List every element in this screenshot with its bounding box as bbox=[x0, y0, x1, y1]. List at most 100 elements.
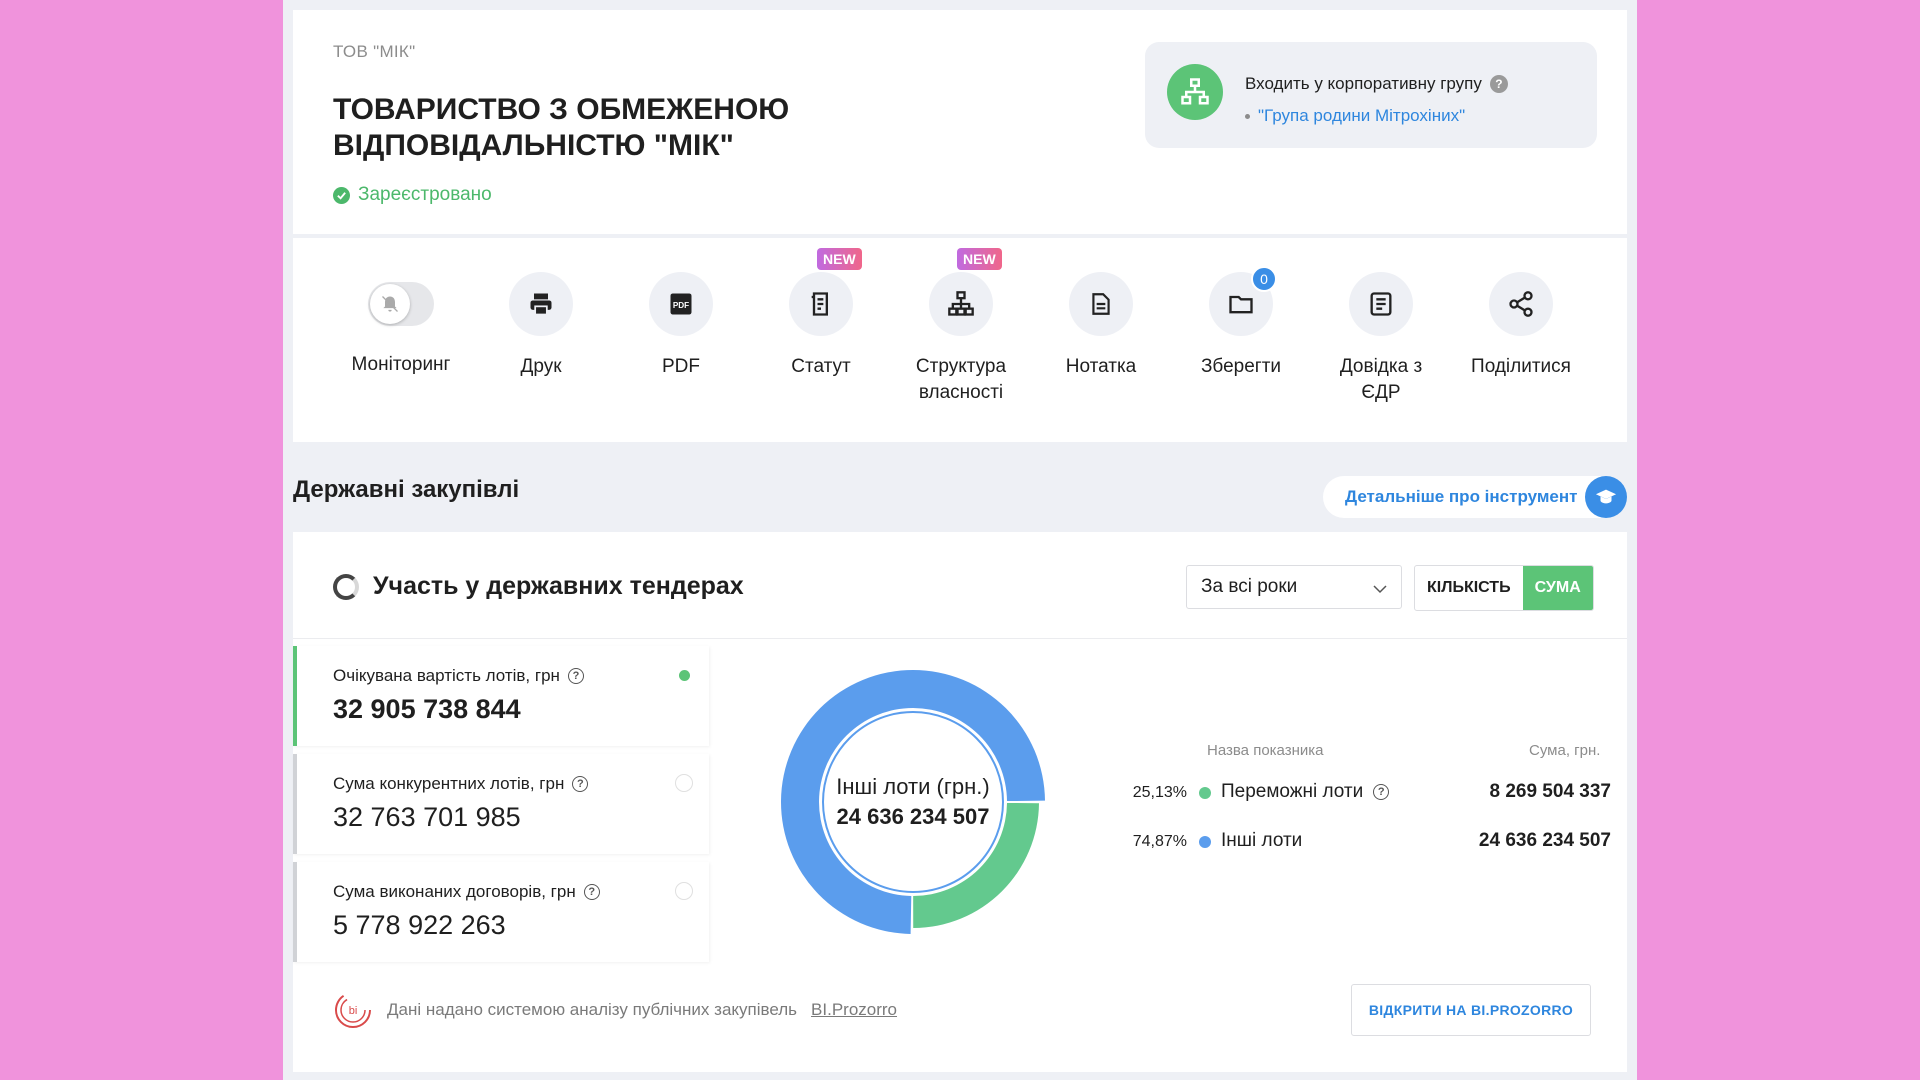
pdf-icon[interactable]: PDF bbox=[649, 272, 713, 336]
legend-row-other: 74,87% Інші лоти 24 636 234 507 bbox=[1131, 827, 1611, 857]
metric-label: Очікувана вартість лотів, грн ? bbox=[333, 666, 584, 686]
legend-percent: 74,87% bbox=[1132, 833, 1187, 850]
share-action[interactable]: Поділитися bbox=[1451, 272, 1591, 380]
metric-value: 32 905 738 844 bbox=[333, 694, 521, 724]
period-select[interactable]: За всі роки bbox=[1186, 565, 1402, 609]
legend-name-text: Інші лоти bbox=[1221, 830, 1303, 851]
donut-chart: Інші лоти (грн.) 24 636 234 507 bbox=[773, 662, 1053, 942]
help-icon[interactable]: ? bbox=[572, 776, 589, 792]
org-structure-icon bbox=[1167, 64, 1223, 120]
mode-sum-button[interactable]: СУМА bbox=[1522, 566, 1593, 610]
folder-icon[interactable]: 0 bbox=[1209, 266, 1277, 336]
note-action[interactable]: Нотатка bbox=[1031, 272, 1171, 380]
legend-name: Інші лоти bbox=[1221, 830, 1302, 852]
svg-text:PDF: PDF bbox=[673, 301, 689, 310]
company-short-name: ТОВ "МІК" bbox=[333, 42, 416, 61]
metric-label-text: Сума виконаних договорів, грн bbox=[333, 882, 576, 901]
new-badge: NEW bbox=[957, 248, 1002, 270]
action-label: Поділитися bbox=[1471, 356, 1571, 377]
corporate-group-box: Входить у корпоративну групу ? "Група ро… bbox=[1145, 42, 1597, 148]
note-icon[interactable] bbox=[1069, 272, 1133, 336]
metric-radio[interactable] bbox=[675, 882, 693, 900]
company-header-card: ТОВ "МІК" ТОВАРИСТВО З ОБМЕЖЕНОЮ ВІДПОВІ… bbox=[293, 10, 1627, 234]
action-label: Зберегти bbox=[1200, 356, 1282, 377]
metric-completed-contracts[interactable]: Сума виконаних договорів, грн ? 5 778 92… bbox=[293, 862, 709, 962]
company-full-name: ТОВАРИСТВО З ОБМЕЖЕНОЮ ВІДПОВІДАЛЬНІСТЮ … bbox=[333, 93, 790, 162]
metric-label: Сума виконаних договорів, грн ? bbox=[333, 882, 600, 902]
document-icon[interactable]: NEW bbox=[789, 248, 862, 336]
printer-icon[interactable] bbox=[509, 272, 573, 336]
legend-header-name: Назва показника bbox=[1207, 742, 1324, 759]
monitoring-toggle[interactable] bbox=[368, 282, 434, 326]
action-label: Довідка з ЄДР bbox=[1339, 356, 1423, 403]
action-label: Структура власності bbox=[915, 356, 1007, 403]
data-source-note: bi Дані надано системою аналізу публічни… bbox=[333, 990, 897, 1030]
loading-icon bbox=[333, 573, 359, 600]
share-icon[interactable] bbox=[1489, 272, 1553, 336]
metric-competitive-sum[interactable]: Сума конкурентних лотів, грн ? 32 763 70… bbox=[293, 754, 709, 854]
divider bbox=[293, 638, 1627, 639]
org-structure-icon[interactable]: NEW bbox=[929, 248, 1002, 336]
metric-radio[interactable] bbox=[675, 666, 693, 684]
actions-toolbar: Моніторинг Друк PDF PDF NEW Статут NEW С… bbox=[293, 238, 1627, 442]
section-title: Державні закупівлі bbox=[293, 476, 520, 503]
donut-center-value: 24 636 234 507 bbox=[836, 804, 990, 829]
tenders-header: Участь у державних тендерах bbox=[333, 572, 744, 601]
help-icon[interactable]: ? bbox=[567, 668, 584, 684]
new-badge: NEW bbox=[817, 248, 862, 270]
mode-count-button[interactable]: КІЛЬКІСТЬ bbox=[1415, 566, 1523, 610]
tenders-title: Участь у державних тендерах bbox=[373, 572, 744, 600]
period-select-value: За всі роки bbox=[1201, 576, 1298, 597]
legend-percent: 25,13% bbox=[1132, 784, 1187, 801]
status-text: Зареєстровано bbox=[358, 184, 492, 205]
legend-dot bbox=[1199, 836, 1211, 848]
print-action[interactable]: Друк bbox=[471, 272, 611, 380]
graduation-cap-icon bbox=[1585, 476, 1627, 518]
svg-text:bi: bi bbox=[349, 1005, 358, 1017]
help-icon[interactable]: ? bbox=[1373, 784, 1390, 800]
status-badge: Зареєстровано bbox=[333, 184, 492, 206]
corporate-group-item[interactable]: "Група родини Мітрохіних" bbox=[1245, 106, 1465, 126]
metric-label: Сума конкурентних лотів, грн ? bbox=[333, 774, 589, 794]
corporate-group-link[interactable]: "Група родини Мітрохіних" bbox=[1258, 106, 1465, 126]
legend-value: 8 269 504 337 bbox=[1489, 781, 1611, 802]
legend-name-text: Переможні лоти bbox=[1221, 781, 1364, 802]
action-label: Нотатка bbox=[1065, 356, 1137, 377]
metric-expected-value[interactable]: Очікувана вартість лотів, грн ? 32 905 7… bbox=[293, 646, 709, 746]
action-label: Моніторинг bbox=[351, 354, 451, 375]
help-icon[interactable]: ? bbox=[583, 884, 600, 900]
legend-header-sum: Сума, грн. bbox=[1529, 742, 1601, 759]
edr-extract-action[interactable]: Довідка з ЄДР bbox=[1311, 272, 1451, 406]
metric-value: 5 778 922 263 bbox=[333, 910, 506, 940]
bell-icon bbox=[370, 284, 410, 324]
ownership-structure-action[interactable]: NEW Структура власності bbox=[891, 248, 1031, 406]
more-about-tool-label: Детальніше про інструмент bbox=[1345, 487, 1578, 506]
bullet-icon bbox=[1245, 113, 1250, 119]
source-link[interactable]: BI.Prozorro bbox=[811, 1000, 897, 1020]
metric-mode-toggle: КІЛЬКІСТЬ СУМА bbox=[1414, 565, 1594, 611]
donut-center-label: Інші лоти (грн.) bbox=[836, 774, 990, 799]
legend-value: 24 636 234 507 bbox=[1478, 830, 1611, 851]
metric-label-text: Очікувана вартість лотів, грн bbox=[333, 666, 560, 685]
bi-prozorro-logo-icon: bi bbox=[335, 992, 371, 1028]
statute-action[interactable]: NEW Статут bbox=[751, 248, 891, 380]
chevron-down-icon bbox=[1373, 585, 1387, 594]
save-action[interactable]: 0 Зберегти bbox=[1171, 266, 1311, 380]
open-bi-prozorro-button[interactable]: ВІДКРИТИ НА BI.PROZORRO bbox=[1351, 984, 1591, 1036]
monitoring-action[interactable]: Моніторинг bbox=[331, 272, 471, 378]
legend-row-winning: 25,13% Переможні лоти ? 8 269 504 337 bbox=[1131, 778, 1611, 808]
metric-label-text: Сума конкурентних лотів, грн bbox=[333, 774, 565, 793]
pdf-action[interactable]: PDF PDF bbox=[611, 272, 751, 380]
saved-count-badge: 0 bbox=[1251, 266, 1277, 292]
action-label: Друк bbox=[520, 356, 562, 377]
donut-center: Інші лоти (грн.) 24 636 234 507 bbox=[773, 662, 1053, 942]
action-label: PDF bbox=[662, 356, 700, 377]
corporate-group-title: Входить у корпоративну групу ? bbox=[1245, 74, 1508, 94]
register-icon[interactable] bbox=[1349, 272, 1413, 336]
metric-radio[interactable] bbox=[675, 774, 693, 792]
source-text: Дані надано системою аналізу публічних з… bbox=[387, 1000, 798, 1019]
help-icon[interactable]: ? bbox=[1489, 75, 1508, 93]
page: ТОВ "МІК" ТОВАРИСТВО З ОБМЕЖЕНОЮ ВІДПОВІ… bbox=[283, 0, 1637, 1080]
metric-value: 32 763 701 985 bbox=[333, 802, 521, 832]
more-about-tool-button[interactable]: Детальніше про інструмент bbox=[1323, 476, 1627, 518]
